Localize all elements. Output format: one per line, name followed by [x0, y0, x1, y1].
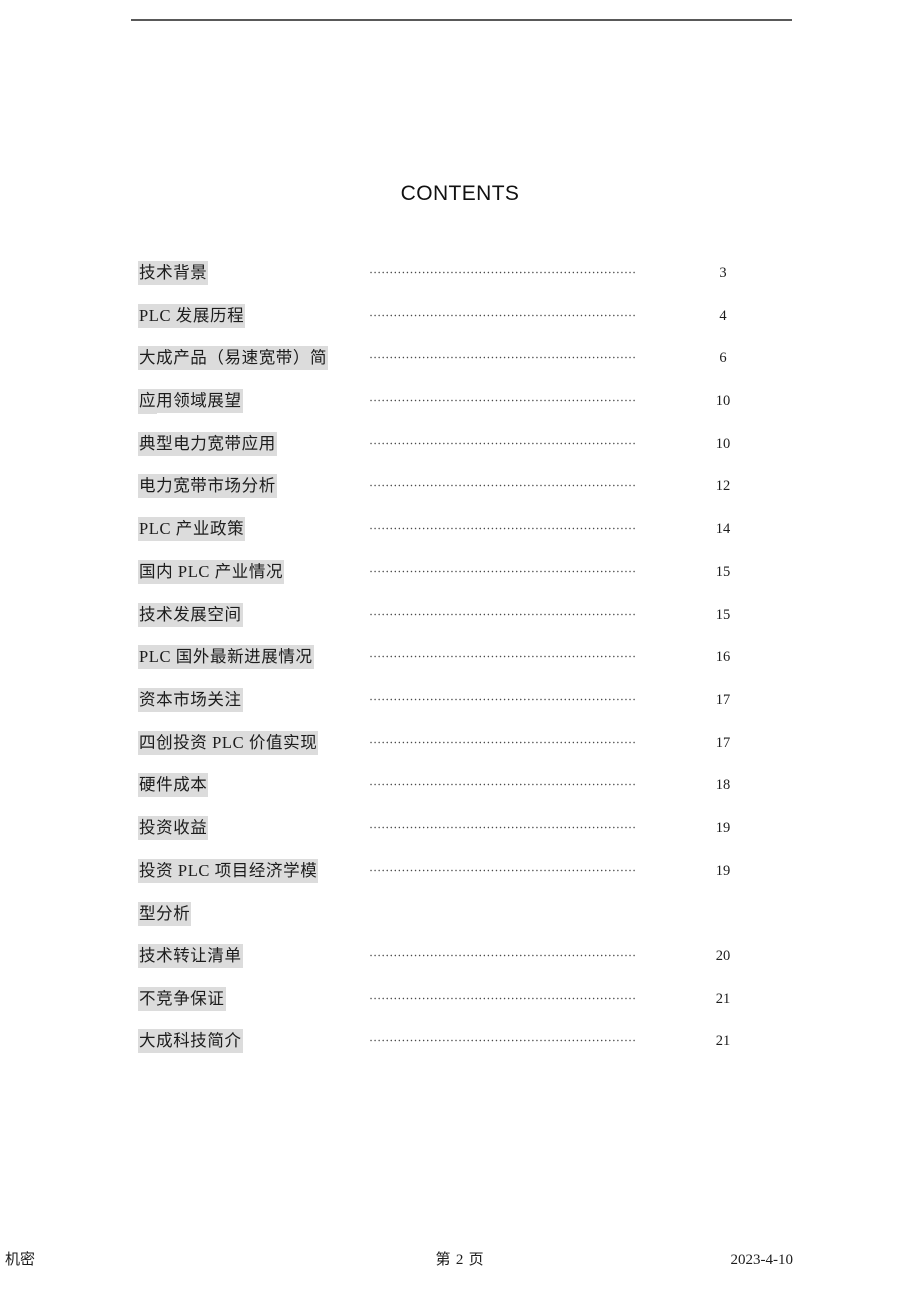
toc-dot-leader	[369, 612, 637, 616]
toc-dot-leader	[369, 356, 637, 360]
toc-entry-page-number: 12	[715, 478, 731, 495]
toc-entry-page-number: 16	[715, 649, 731, 666]
toc-entry-page-number: 15	[715, 563, 731, 580]
toc-entry-label-wrap: 技术转让清单	[138, 935, 338, 979]
toc-entry-page-number: 6	[719, 350, 727, 367]
toc-entry-page-number: 10	[715, 435, 731, 452]
toc-entry-label-wrap: 四创投资 PLC 价值实现	[138, 722, 338, 766]
toc-entry-page-number: 21	[715, 1033, 731, 1050]
toc-entry-label[interactable]: 国内 PLC 产业情况	[138, 559, 285, 584]
toc-entry-label[interactable]: 投资 PLC 项目经济学模型分析	[138, 858, 319, 927]
toc-entry-label-wrap: 投资 PLC 项目经济学模型分析	[138, 850, 334, 937]
toc-entry-label[interactable]: 硬件成本	[138, 773, 209, 798]
toc-entry-label[interactable]: 四创投资 PLC 价值实现	[138, 730, 319, 755]
toc-entry-label[interactable]: 大成科技简介	[138, 1029, 243, 1054]
toc-entry[interactable]: 大成产品（易速宽带）简介6	[0, 337, 920, 415]
toc-entry[interactable]: 国内 PLC 产业情况 15	[0, 551, 920, 594]
toc-entry-page-number: 4	[719, 307, 727, 324]
toc-dot-leader	[369, 484, 637, 488]
toc-entry[interactable]: PLC 产业政策 14	[0, 508, 920, 551]
toc-entry[interactable]: PLC 国外最新进展情况 16	[0, 636, 920, 679]
toc-entry-label[interactable]: 典型电力宽带应用	[138, 431, 277, 456]
toc-entry-label-wrap: 应用领域展望	[138, 380, 338, 424]
toc-entry-page-number: 19	[715, 862, 731, 879]
toc-entry-label[interactable]: 电力宽带市场分析	[138, 474, 277, 499]
toc-entry[interactable]: 技术转让清单 20	[0, 935, 920, 978]
toc-entry-label-wrap: 技术背景	[138, 252, 338, 296]
toc-entry-label-wrap: PLC 发展历程	[138, 295, 338, 339]
toc-entry-label[interactable]: 技术发展空间	[138, 602, 243, 627]
toc-dot-leader	[369, 441, 637, 445]
toc-entry[interactable]: 大成科技简介 21	[0, 1020, 920, 1063]
toc-entry-label[interactable]: PLC 产业政策	[138, 517, 246, 542]
toc-dot-leader	[369, 954, 637, 958]
toc-dot-leader	[369, 569, 637, 573]
toc-entry-page-number: 14	[715, 521, 731, 538]
toc-entry-label[interactable]: 技术背景	[138, 261, 209, 285]
toc-entry-label-wrap: 不竞争保证	[138, 978, 338, 1022]
toc-entry[interactable]: 投资 PLC 项目经济学模型分析 19	[0, 850, 920, 935]
toc-entry-label[interactable]: PLC 发展历程	[138, 303, 246, 328]
toc-entry-label[interactable]: PLC 国外最新进展情况	[138, 645, 314, 670]
toc-dot-leader	[369, 313, 637, 317]
toc-entry-page-number: 17	[715, 691, 731, 708]
toc-entry-label[interactable]: 不竞争保证	[138, 986, 226, 1011]
toc-entry-page-number: 15	[715, 606, 731, 623]
toc-dot-leader	[369, 655, 637, 659]
toc-dot-leader	[369, 1039, 637, 1043]
toc-entry-label-wrap: 硬件成本	[138, 764, 338, 808]
toc-entry-label[interactable]: 资本市场关注	[138, 687, 243, 712]
toc-entry-label-wrap: 技术发展空间	[138, 594, 338, 638]
toc-entry[interactable]: 电力宽带市场分析 12	[0, 465, 920, 508]
toc-dot-leader	[369, 527, 637, 531]
toc-entry-page-number: 18	[715, 777, 731, 794]
toc-entry[interactable]: 投资收益 19	[0, 807, 920, 850]
toc-entry[interactable]: 资本市场关注 17	[0, 679, 920, 722]
toc-entry[interactable]: 典型电力宽带应用 10	[0, 423, 920, 466]
toc-entry-page-number: 19	[715, 819, 731, 836]
toc-entry-page-number: 20	[715, 948, 731, 965]
toc-entry-page-number: 21	[715, 990, 731, 1007]
document-page: CONTENTS 技术背景 3 PLC 发展历程 4 大成产品（易速宽带）简介6应用领域…	[0, 0, 920, 1302]
toc-dot-leader	[369, 783, 637, 787]
toc-dot-leader	[369, 271, 637, 274]
page-footer: 机密 第 2 页 2023-4-10	[0, 1247, 920, 1277]
toc-dot-leader	[369, 740, 637, 744]
toc-entry-label-wrap: PLC 产业政策	[138, 508, 338, 552]
toc-entry-label-wrap: 资本市场关注	[138, 679, 338, 723]
toc-entry[interactable]: 技术背景 3	[0, 252, 920, 295]
toc-entry-label[interactable]: 投资收益	[138, 815, 209, 840]
toc-entry-label-wrap: 典型电力宽带应用	[138, 423, 338, 467]
toc-entry-label-wrap: 大成科技简介	[138, 1020, 338, 1064]
toc-entry[interactable]: 不竞争保证 21	[0, 978, 920, 1021]
toc-entry-page-number: 10	[715, 393, 731, 410]
toc-entry[interactable]: 四创投资 PLC 价值实现 17	[0, 722, 920, 765]
toc-dot-leader	[369, 996, 637, 1000]
toc-entry[interactable]: 硬件成本 18	[0, 764, 920, 807]
toc-entry-page-number: 3	[719, 265, 727, 281]
toc-entry-label[interactable]: 技术转让清单	[138, 944, 243, 969]
toc-dot-leader	[369, 697, 637, 701]
toc-entry[interactable]: PLC 发展历程 4	[0, 295, 920, 338]
table-of-contents: 技术背景3PLC 发展历程4大成产品（易速宽带）简介6应用领域展望10典型电力宽…	[0, 252, 920, 1063]
toc-dot-leader	[369, 868, 637, 872]
toc-entry-label-wrap: 电力宽带市场分析	[138, 465, 338, 509]
footer-date: 2023-4-10	[730, 1252, 794, 1268]
toc-entry[interactable]: 技术发展空间 15	[0, 594, 920, 637]
toc-entry-page-number: 17	[715, 734, 731, 751]
toc-entry-label-wrap: 投资收益	[138, 807, 338, 851]
toc-dot-leader	[369, 399, 637, 403]
page-title: CONTENTS	[400, 182, 520, 205]
toc-entry-label-wrap: PLC 国外最新进展情况	[138, 636, 338, 680]
toc-entry-label-wrap: 国内 PLC 产业情况	[138, 551, 338, 595]
toc-dot-leader	[369, 825, 637, 829]
toc-entry-label[interactable]: 应用领域展望	[138, 389, 243, 414]
toc-entry[interactable]: 应用领域展望 10	[0, 380, 920, 423]
header-rule	[131, 19, 792, 21]
